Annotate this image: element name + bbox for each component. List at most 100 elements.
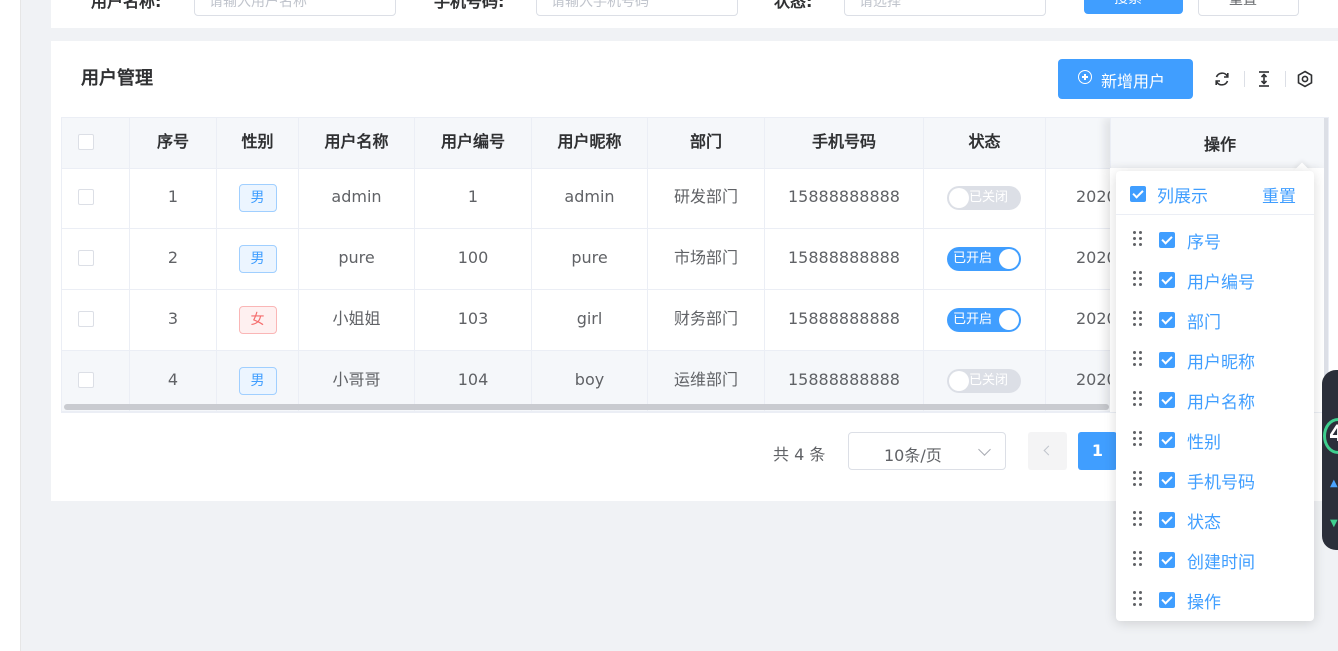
add-user-button[interactable]: 新增用户 (1058, 59, 1193, 99)
col-status[interactable]: 状态 (924, 118, 1046, 168)
cell-phone: 15888888888 (765, 229, 924, 289)
switch-knob (949, 371, 969, 391)
column-checkbox[interactable] (1159, 272, 1175, 288)
col-nickname[interactable]: 用户昵称 (532, 118, 648, 168)
gender-tag: 男 (238, 183, 277, 212)
page-size-select[interactable]: 10条/页 (848, 432, 1006, 470)
cell-status: 已关闭 (924, 351, 1046, 411)
density-icon[interactable] (1255, 70, 1273, 88)
cell-username: 小姐姐 (299, 290, 415, 350)
column-option-label: 用户昵称 (1187, 353, 1255, 373)
side-strip (0, 0, 21, 651)
column-option-label: 性别 (1187, 433, 1221, 453)
column-settings-popover: 列展示 重置 序号用户编号部门用户昵称用户名称性别手机号码状态创建时间操作 (1116, 171, 1314, 621)
drag-handle-icon[interactable] (1133, 391, 1145, 407)
upload-arrow-icon: ▲ (1330, 478, 1338, 489)
drag-handle-icon[interactable] (1133, 311, 1145, 327)
column-option[interactable]: 用户昵称 (1116, 340, 1314, 380)
column-option[interactable]: 状态 (1116, 500, 1314, 540)
cell-dept: 市场部门 (648, 229, 765, 289)
search-form: 用户名称: 请输入用户名称 手机号码: 请输入手机号码 状态: 请选择 搜索 重… (51, 0, 1338, 28)
column-checkbox[interactable] (1159, 432, 1175, 448)
horizontal-scrollbar[interactable] (64, 404, 1109, 410)
cell-index: 4 (130, 351, 217, 411)
col-userid[interactable]: 用户编号 (415, 118, 532, 168)
reset-button[interactable]: 重置 (1198, 0, 1299, 16)
switch-knob (999, 249, 1019, 269)
status-select[interactable]: 请选择 (844, 0, 1046, 16)
column-reset-link[interactable]: 重置 (1262, 182, 1296, 207)
col-username[interactable]: 用户名称 (299, 118, 415, 168)
gender-tag: 男 (238, 244, 277, 273)
gender-tag: 男 (238, 366, 277, 395)
column-checkbox[interactable] (1159, 232, 1175, 248)
vertical-scrollbar[interactable] (1324, 118, 1328, 412)
drag-handle-icon[interactable] (1133, 271, 1145, 287)
col-gender[interactable]: 性别 (217, 118, 299, 168)
status-label: 状态: (774, 0, 813, 11)
row-checkbox[interactable] (78, 372, 94, 388)
drag-handle-icon[interactable] (1133, 511, 1145, 527)
column-option[interactable]: 创建时间 (1116, 540, 1314, 580)
cell-username: pure (299, 229, 415, 289)
column-checkbox[interactable] (1159, 392, 1175, 408)
column-option-label: 用户名称 (1187, 393, 1255, 413)
col-index[interactable]: 序号 (130, 118, 217, 168)
floating-widget[interactable]: 4 ▲ ▼ (1322, 370, 1338, 550)
col-dept[interactable]: 部门 (648, 118, 765, 168)
drag-handle-icon[interactable] (1133, 351, 1145, 367)
drag-handle-icon[interactable] (1133, 431, 1145, 447)
cell-phone: 15888888888 (765, 290, 924, 350)
cell-status: 已关闭 (924, 168, 1046, 228)
drag-handle-icon[interactable] (1133, 551, 1145, 567)
chevron-left-icon (1043, 445, 1054, 456)
row-checkbox[interactable] (78, 311, 94, 327)
prev-page-button[interactable] (1028, 432, 1067, 470)
column-option[interactable]: 手机号码 (1116, 460, 1314, 500)
column-option[interactable]: 序号 (1116, 220, 1314, 260)
cell-userid: 103 (415, 290, 532, 350)
column-option-label: 操作 (1187, 593, 1221, 613)
column-option-label: 用户编号 (1187, 273, 1255, 293)
column-option[interactable]: 用户名称 (1116, 380, 1314, 420)
col-actions: 操作 (1110, 118, 1328, 168)
column-all-checkbox[interactable] (1130, 186, 1146, 202)
col-phone[interactable]: 手机号码 (765, 118, 924, 168)
column-display-label: 列展示 (1157, 187, 1208, 207)
username-input[interactable]: 请输入用户名称 (194, 0, 396, 16)
phone-input[interactable]: 请输入手机号码 (536, 0, 738, 16)
settings-icon[interactable] (1296, 70, 1314, 88)
drag-handle-icon[interactable] (1133, 591, 1145, 607)
drag-handle-icon[interactable] (1133, 231, 1145, 247)
pagination-total: 共 4 条 (773, 445, 826, 464)
status-switch[interactable]: 已关闭 (947, 186, 1021, 210)
column-checkbox[interactable] (1159, 352, 1175, 368)
cell-gender: 男 (217, 229, 299, 289)
row-checkbox[interactable] (78, 250, 94, 266)
status-switch[interactable]: 已开启 (947, 308, 1021, 332)
column-checkbox[interactable] (1159, 592, 1175, 608)
refresh-icon[interactable] (1213, 70, 1231, 88)
row-checkbox[interactable] (78, 189, 94, 205)
cell-nickname: pure (532, 229, 648, 289)
column-option[interactable]: 性别 (1116, 420, 1314, 460)
cell-gender: 男 (217, 351, 299, 411)
column-option-label: 序号 (1187, 233, 1221, 253)
toolbar-divider (1285, 71, 1286, 87)
select-all-checkbox[interactable] (78, 134, 94, 150)
column-checkbox[interactable] (1159, 512, 1175, 528)
column-option[interactable]: 用户编号 (1116, 260, 1314, 300)
username-label: 用户名称: (91, 0, 162, 11)
status-switch[interactable]: 已关闭 (947, 369, 1021, 393)
column-checkbox[interactable] (1159, 312, 1175, 328)
column-option[interactable]: 操作 (1116, 580, 1314, 620)
drag-handle-icon[interactable] (1133, 471, 1145, 487)
column-checkbox[interactable] (1159, 472, 1175, 488)
status-switch[interactable]: 已开启 (947, 247, 1021, 271)
column-option[interactable]: 部门 (1116, 300, 1314, 340)
page-number[interactable]: 1 (1078, 432, 1117, 470)
chevron-down-icon (978, 443, 991, 456)
column-option-label: 状态 (1187, 513, 1221, 533)
search-button[interactable]: 搜索 (1084, 0, 1183, 14)
column-checkbox[interactable] (1159, 552, 1175, 568)
